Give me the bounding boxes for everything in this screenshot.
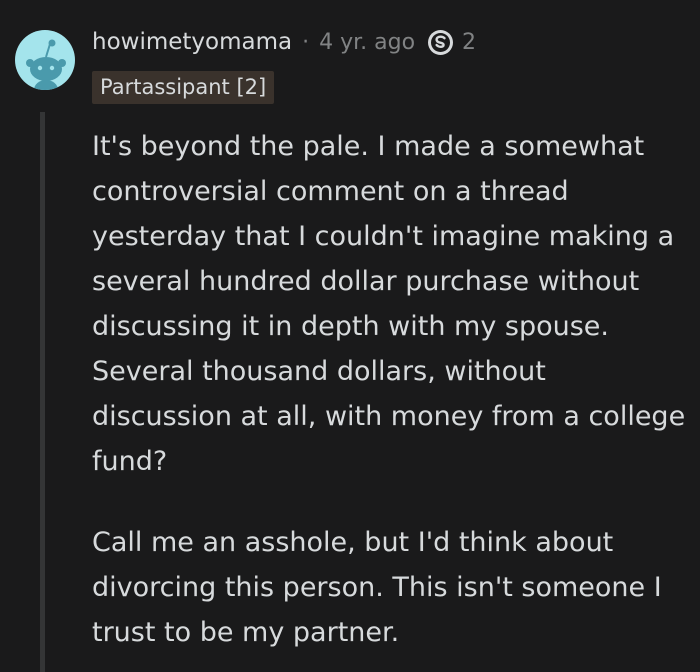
username-link[interactable]: howimetyomama [92, 29, 292, 55]
comment-meta: howimetyomama · 4 yr. ago 2 [92, 24, 476, 60]
award-count: 2 [462, 29, 477, 55]
snoo-avatar-icon [26, 39, 66, 90]
meta-separator: · [302, 29, 310, 55]
user-flair: Partassipant [2] [92, 71, 275, 104]
comment-body: It's beyond the pale. I made a somewhat … [92, 124, 692, 655]
avatar[interactable] [15, 30, 75, 90]
comment: howimetyomama · 4 yr. ago 2 Partassipant… [0, 0, 700, 672]
comment-paragraph: It's beyond the pale. I made a somewhat … [92, 131, 686, 477]
comment-paragraph: Call me an asshole, but I'd think about … [92, 527, 662, 648]
silver-award-icon [428, 29, 454, 55]
award-badge[interactable]: 2 [427, 29, 476, 56]
thread-line[interactable] [40, 112, 45, 672]
timestamp[interactable]: 4 yr. ago [319, 30, 415, 55]
